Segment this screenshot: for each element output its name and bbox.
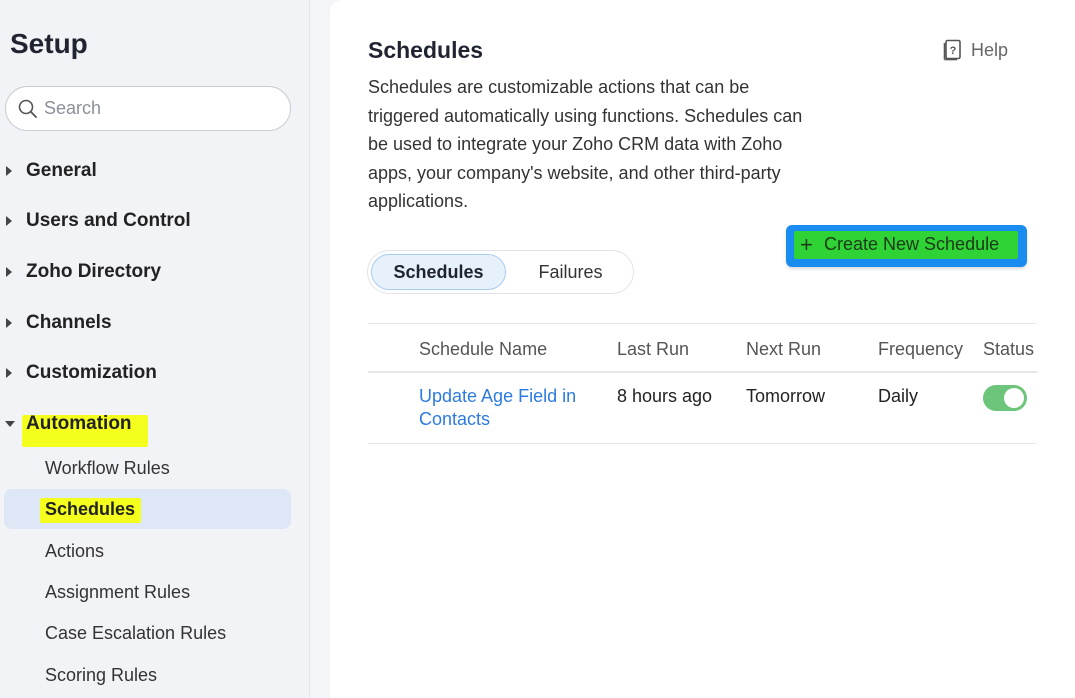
sidebar-item-schedules-label-wrap: Schedules (4, 489, 291, 529)
caret-down-icon (5, 421, 15, 427)
sidebar-item-actions[interactable]: Actions (4, 531, 291, 571)
sidebar-group-label: Zoho Directory (26, 261, 162, 282)
tab-schedules[interactable]: Schedules (371, 254, 506, 290)
toggle-knob (1004, 388, 1024, 408)
sidebar-group-label: Automation (26, 413, 132, 434)
sidebar-group-automation[interactable]: Automation (0, 406, 300, 442)
column-header-schedule-name[interactable]: Schedule Name (419, 339, 547, 360)
sidebar-title: Setup (10, 28, 88, 59)
sidebar-item-label: Workflow Rules (45, 457, 170, 478)
sidebar-item-label: Actions (45, 540, 105, 561)
sidebar-group-label: General (26, 160, 97, 181)
sidebar-group-label: Channels (26, 312, 112, 333)
search-box[interactable] (5, 86, 291, 131)
create-new-schedule-button[interactable]: + Create New Schedule (786, 225, 1027, 267)
sidebar-item-label: Assignment Rules (45, 581, 191, 602)
svg-text:?: ? (950, 45, 957, 57)
next-run-value: Tomorrow (746, 386, 826, 406)
column-header-next-run[interactable]: Next Run (746, 339, 821, 360)
page-title: Schedules (368, 37, 484, 63)
caret-right-icon (6, 166, 12, 176)
help-label: Help (971, 39, 1009, 60)
sidebar-group-users-and-control[interactable]: Users and Control (0, 203, 300, 239)
sidebar-group-label: Customization (26, 362, 157, 383)
caret-right-icon (6, 318, 12, 328)
table-header-row: Schedule Name Last Run Next Run Frequenc… (368, 323, 1037, 373)
help-link[interactable]: ? Help (943, 38, 1008, 62)
status-toggle[interactable] (983, 385, 1027, 411)
page-description: Schedules are customizable actions that … (368, 77, 803, 211)
sidebar-item-scoring-rules[interactable]: Scoring Rules (4, 655, 291, 695)
sidebar-item-label: Schedules (45, 498, 136, 519)
sidebar-group-customization[interactable]: Customization (0, 355, 300, 391)
sidebar-group-general[interactable]: General (0, 153, 300, 189)
caret-right-icon (6, 216, 12, 226)
tab-group: Schedules Failures (367, 250, 634, 294)
sidebar-item-assignment-rules[interactable]: Assignment Rules (4, 572, 291, 612)
sidebar-item-case-escalation-rules[interactable]: Case Escalation Rules (4, 613, 291, 653)
sidebar-group-zoho-directory[interactable]: Zoho Directory (0, 254, 300, 290)
sidebar-group-channels[interactable]: Channels (0, 305, 300, 341)
column-header-last-run[interactable]: Last Run (617, 339, 689, 360)
last-run-value: 8 hours ago (617, 386, 713, 406)
caret-right-icon (6, 368, 12, 378)
create-button-label: Create New Schedule (824, 234, 1000, 254)
search-icon (18, 99, 37, 118)
column-header-status[interactable]: Status (983, 339, 1037, 360)
help-book-icon: ? (943, 39, 961, 61)
tab-failures[interactable]: Failures (513, 254, 628, 290)
sidebar-group-label: Users and Control (26, 210, 191, 231)
sidebar-item-label: Case Escalation Rules (45, 622, 227, 643)
plus-icon: + (800, 232, 813, 257)
sidebar: Setup General Users and Control Zoho Dir… (0, 0, 310, 698)
column-header-frequency[interactable]: Frequency (878, 339, 963, 360)
schedule-name-link[interactable]: Update Age Field in Contacts (419, 385, 599, 431)
frequency-value: Daily (878, 386, 919, 406)
sidebar-item-label: Scoring Rules (45, 664, 158, 685)
search-input[interactable] (44, 98, 264, 119)
sidebar-item-workflow-rules[interactable]: Workflow Rules (4, 448, 291, 488)
caret-right-icon (6, 267, 12, 277)
table-row: Update Age Field in Contacts 8 hours ago… (368, 373, 1037, 444)
